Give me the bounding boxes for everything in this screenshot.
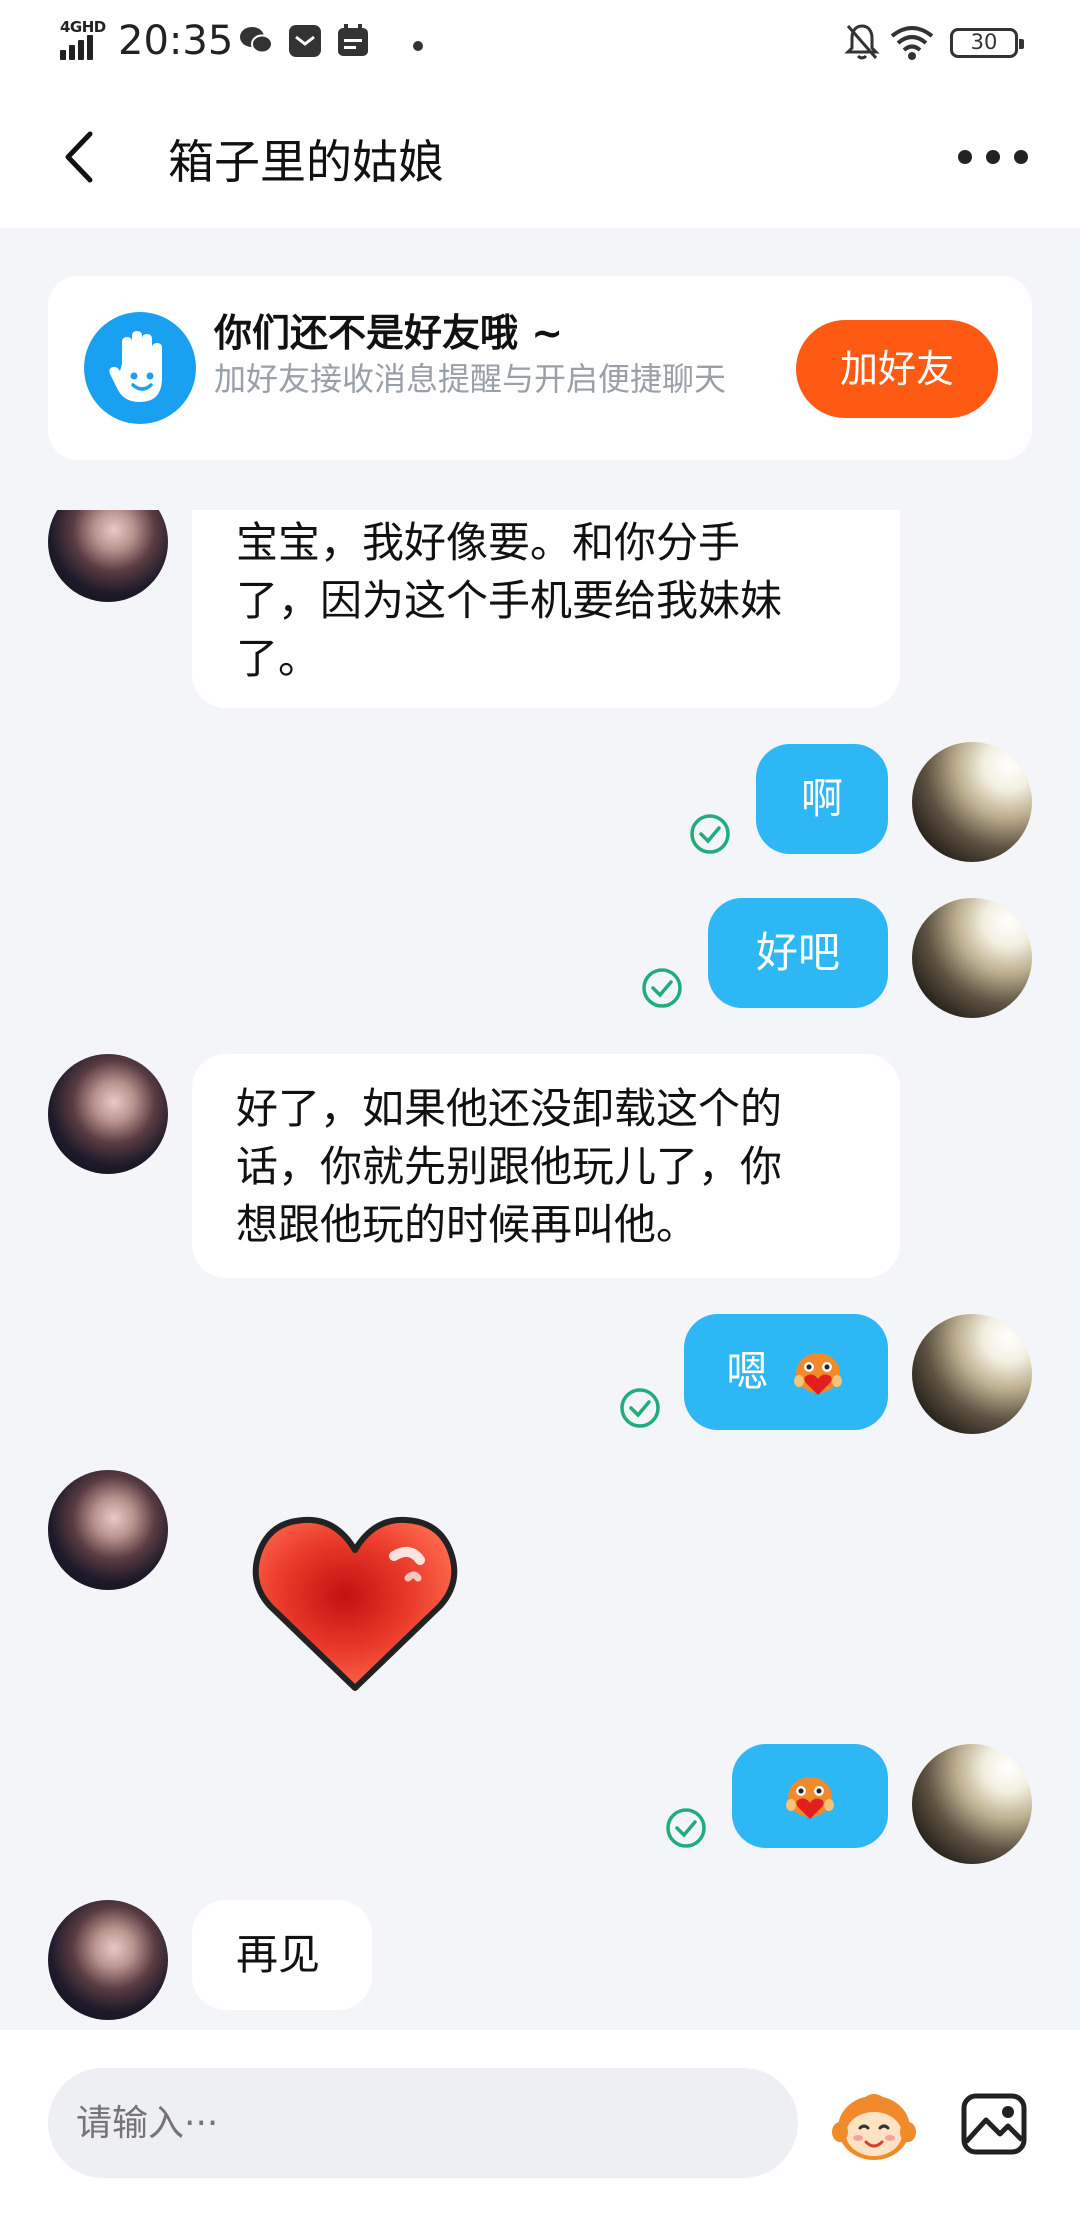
read-check-icon [666, 1808, 706, 1848]
message-text-line: 好了，如果他还没卸载这个的 [236, 1084, 783, 1133]
calendar-icon [336, 24, 370, 62]
contact-avatar[interactable] [48, 510, 168, 602]
battery-icon: 30 [950, 28, 1024, 58]
add-friend-banner: 你们还不是好友哦 ~ 加好友接收消息提醒与开启便捷聊天 加好友 [48, 276, 1032, 460]
monkey-emoji-icon [832, 2094, 916, 2160]
my-avatar[interactable] [912, 742, 1032, 862]
message-text: 好吧 [755, 928, 840, 977]
wechat-icon [238, 24, 274, 62]
my-avatar[interactable] [912, 1744, 1032, 1864]
emoji-button[interactable] [830, 2082, 918, 2166]
message-bubble[interactable]: 再见 [192, 1900, 372, 2010]
status-time: 20:35 [118, 18, 234, 64]
image-icon [961, 2093, 1027, 2155]
message-bubble[interactable]: 嗯 [684, 1314, 888, 1430]
image-button[interactable] [958, 2088, 1030, 2160]
chat-title: 箱子里的姑娘 [168, 135, 444, 189]
back-button[interactable] [48, 122, 118, 192]
read-check-icon [620, 1388, 660, 1428]
heart-hug-emoji-icon [793, 1352, 842, 1395]
banner-title: 你们还不是好友哦 ~ [214, 311, 564, 355]
wifi-icon [888, 22, 936, 66]
red-heart-sticker[interactable] [248, 1512, 462, 1696]
chat-header: 箱子里的姑娘 [0, 86, 1080, 228]
message-text-line: 话，你就先别跟他玩儿了，你 [236, 1142, 783, 1191]
my-avatar[interactable] [912, 898, 1032, 1018]
contact-avatar[interactable] [48, 1054, 168, 1174]
read-check-icon [690, 814, 730, 854]
status-bar: 4GHD 20:35 30 [0, 0, 1080, 86]
message-bubble[interactable] [732, 1744, 888, 1848]
contact-avatar[interactable] [48, 1900, 168, 2020]
message-text-line: 了，因为这个手机要给我妹妹 [236, 576, 783, 625]
contact-avatar[interactable] [48, 1470, 168, 1590]
signal-icon: 4GHD [60, 18, 108, 62]
message-text: 再见 [236, 1930, 321, 1979]
message-text: 啊 [800, 774, 843, 823]
add-friend-button[interactable]: 加好友 [796, 320, 998, 418]
message-bubble[interactable]: 好了，如果他还没卸载这个的 话，你就先别跟他玩儿了，你 想跟他玩的时候再叫他。 [192, 1054, 900, 1278]
message-bubble[interactable]: 宝宝，我好像要。和你分手 了，因为这个手机要给我妹妹 了。 [192, 510, 900, 708]
message-app-icon [288, 24, 322, 62]
more-options-button[interactable] [956, 138, 1030, 178]
message-bubble[interactable]: 好吧 [708, 898, 888, 1008]
message-text-line: 宝宝，我好像要。和你分手 [236, 518, 741, 567]
read-check-icon [642, 968, 682, 1008]
mute-bell-icon [844, 22, 880, 66]
battery-level: 30 [970, 30, 998, 54]
banner-description: 加好友接收消息提醒与开启便捷聊天 [214, 360, 727, 398]
message-input[interactable] [48, 2068, 798, 2178]
message-text-line: 想跟他玩的时候再叫他。 [236, 1200, 699, 1249]
heart-hug-emoji-icon [786, 1776, 834, 1819]
message-text-line: 了。 [236, 634, 321, 683]
back-arrow-icon [65, 131, 93, 183]
input-bar [0, 2030, 1080, 2214]
message-bubble[interactable]: 啊 [756, 744, 888, 854]
my-avatar[interactable] [912, 1314, 1032, 1434]
message-text: 嗯 [726, 1347, 769, 1396]
notification-dot-icon [412, 37, 424, 56]
wave-hand-icon [84, 312, 196, 424]
network-type: 4GHD [60, 18, 106, 36]
